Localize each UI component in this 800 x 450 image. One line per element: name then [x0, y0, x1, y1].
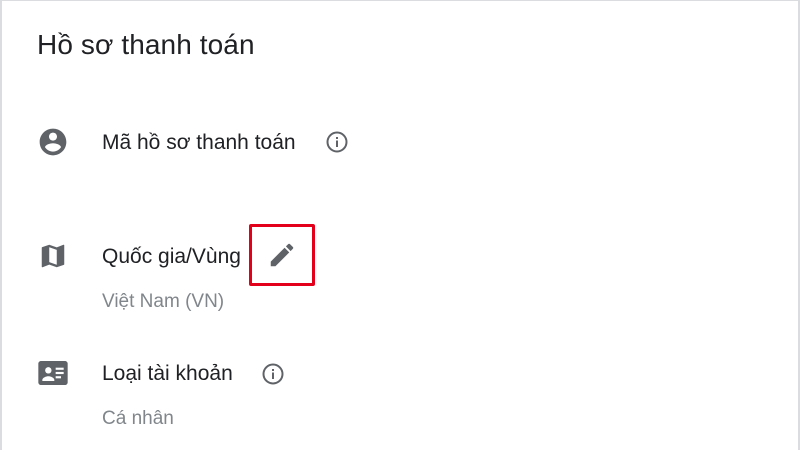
account-type-value: Cá nhân — [102, 408, 174, 429]
profile-id-label: Mã hồ sơ thanh toán — [102, 131, 296, 154]
profile-id-info-icon[interactable] — [324, 129, 350, 155]
edit-country-button[interactable] — [249, 224, 315, 286]
page-title: Hồ sơ thanh toán — [37, 29, 255, 60]
billing-profile-panel: Hồ sơ thanh toán Mã hồ sơ thanh toán Quố… — [0, 0, 800, 450]
account-type-label: Loại tài khoản — [102, 362, 233, 385]
country-label: Quốc gia/Vùng — [102, 245, 241, 268]
account-circle-icon — [36, 125, 70, 159]
pencil-icon — [267, 240, 297, 270]
contact-card-icon — [36, 356, 70, 390]
country-value: Việt Nam (VN) — [102, 291, 225, 312]
account-type-info-icon[interactable] — [260, 361, 286, 387]
map-icon — [36, 239, 70, 273]
